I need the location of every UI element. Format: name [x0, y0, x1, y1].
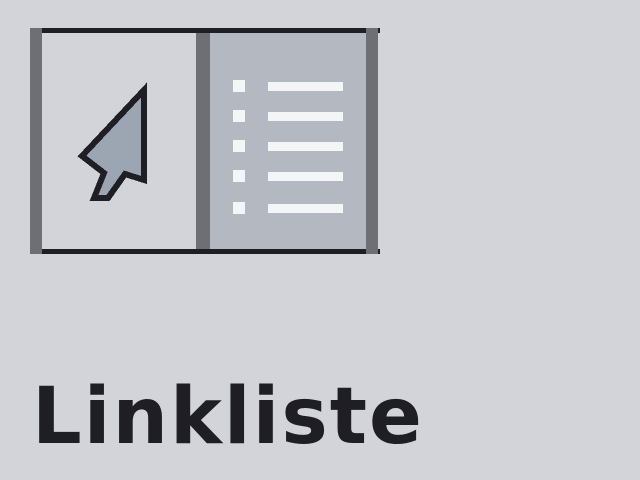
list-line [268, 172, 343, 181]
icon-frame-left [30, 28, 42, 254]
list-bullet [233, 202, 245, 214]
icon-frame-bottom [30, 249, 380, 254]
icon-divider [196, 30, 210, 252]
icon-frame-right [366, 28, 378, 254]
list-line [268, 204, 343, 213]
list-line [268, 142, 343, 151]
list-bullet [233, 140, 245, 152]
link-list-pane-icon-graphic [30, 28, 380, 254]
list-bullet [233, 80, 245, 92]
list-bullet [233, 170, 245, 182]
list-line [268, 112, 343, 121]
icon-frame-top [30, 28, 380, 33]
link-list-button[interactable]: Linkliste [0, 0, 640, 480]
link-list-pane-icon [30, 28, 380, 256]
link-list-label: Linkliste [32, 372, 424, 462]
list-line [268, 82, 343, 91]
list-bullet [233, 110, 245, 122]
